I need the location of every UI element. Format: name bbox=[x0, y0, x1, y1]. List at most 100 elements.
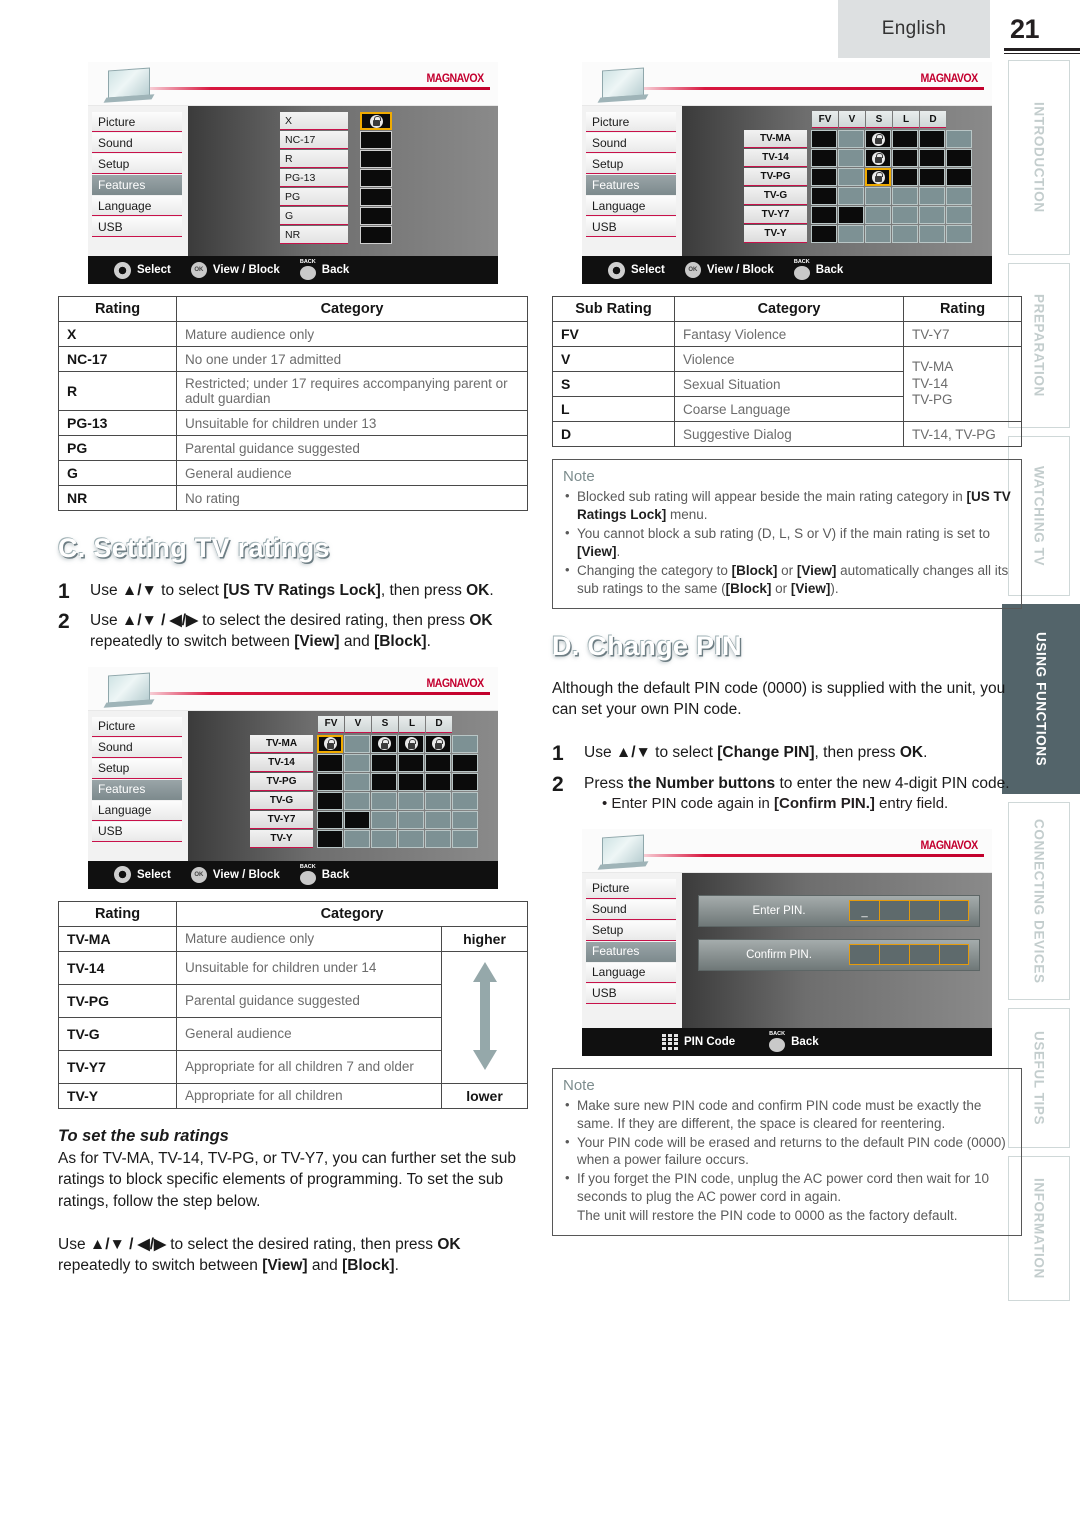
rating-toggle[interactable] bbox=[360, 150, 392, 168]
tv-menu-item-sound[interactable]: Sound bbox=[92, 133, 182, 153]
grid-cell[interactable] bbox=[371, 829, 397, 848]
grid-cell[interactable] bbox=[398, 829, 424, 848]
grid-cell[interactable] bbox=[398, 753, 424, 772]
grid-cell[interactable] bbox=[398, 734, 424, 753]
grid-cell[interactable] bbox=[892, 168, 918, 186]
tv-menu-item-sound[interactable]: Sound bbox=[586, 899, 676, 920]
grid-cell[interactable] bbox=[838, 187, 864, 205]
grid-cell[interactable] bbox=[919, 206, 945, 224]
tv-menu-item-sound[interactable]: Sound bbox=[586, 133, 676, 153]
footer-back[interactable]: BACK Back bbox=[299, 864, 349, 885]
grid-cell[interactable] bbox=[838, 168, 864, 186]
grid-cell[interactable] bbox=[946, 168, 972, 186]
pin-digit-field[interactable]: _ bbox=[849, 900, 879, 922]
grid-cell-main[interactable] bbox=[317, 810, 343, 829]
grid-cell[interactable] bbox=[344, 753, 370, 772]
rating-toggle[interactable] bbox=[360, 112, 392, 130]
grid-cell[interactable] bbox=[452, 734, 478, 753]
grid-cell[interactable] bbox=[425, 772, 451, 791]
grid-cell[interactable] bbox=[946, 149, 972, 167]
grid-cell-main[interactable] bbox=[811, 206, 837, 224]
grid-cell[interactable] bbox=[838, 225, 864, 243]
rating-toggle[interactable] bbox=[360, 207, 392, 225]
pin-digit-field[interactable] bbox=[879, 944, 909, 966]
grid-cell[interactable] bbox=[919, 225, 945, 243]
footer-pin-code[interactable]: PIN Code bbox=[662, 1033, 735, 1050]
grid-cell[interactable] bbox=[892, 149, 918, 167]
grid-cell-main[interactable] bbox=[317, 734, 343, 753]
grid-cell[interactable] bbox=[344, 772, 370, 791]
grid-cell[interactable] bbox=[371, 753, 397, 772]
tv-menu-item-language[interactable]: Language bbox=[586, 196, 676, 216]
tv-menu-item-language[interactable]: Language bbox=[92, 196, 182, 216]
grid-cell[interactable] bbox=[371, 734, 397, 753]
grid-cell[interactable] bbox=[452, 810, 478, 829]
grid-cell[interactable] bbox=[865, 206, 891, 224]
enter-pin-row[interactable]: Enter PIN. _ bbox=[698, 894, 980, 927]
grid-cell[interactable] bbox=[865, 225, 891, 243]
tv-menu-item-usb[interactable]: USB bbox=[586, 983, 676, 1004]
grid-cell[interactable] bbox=[425, 829, 451, 848]
tv-menu-item-picture[interactable]: Picture bbox=[586, 878, 676, 899]
footer-select[interactable]: Select bbox=[608, 261, 665, 279]
pin-digit-field[interactable] bbox=[939, 944, 969, 966]
tv-menu-item-picture[interactable]: Picture bbox=[92, 716, 182, 737]
footer-back[interactable]: BACK Back bbox=[793, 259, 843, 280]
grid-cell[interactable] bbox=[425, 791, 451, 810]
grid-cell[interactable] bbox=[838, 130, 864, 148]
tv-menu-item-features[interactable]: Features bbox=[586, 941, 676, 962]
grid-cell[interactable] bbox=[919, 168, 945, 186]
grid-cell[interactable] bbox=[946, 225, 972, 243]
grid-cell[interactable] bbox=[919, 187, 945, 205]
grid-cell[interactable] bbox=[452, 829, 478, 848]
grid-cell-main[interactable] bbox=[317, 753, 343, 772]
grid-cell-main[interactable] bbox=[317, 791, 343, 810]
footer-select[interactable]: Select bbox=[114, 866, 171, 884]
grid-cell[interactable] bbox=[946, 187, 972, 205]
grid-cell[interactable] bbox=[838, 206, 864, 224]
grid-cell[interactable] bbox=[371, 791, 397, 810]
rating-toggle[interactable] bbox=[360, 188, 392, 206]
grid-cell[interactable] bbox=[865, 187, 891, 205]
grid-cell[interactable] bbox=[946, 130, 972, 148]
grid-cell[interactable] bbox=[425, 810, 451, 829]
grid-cell[interactable] bbox=[865, 130, 891, 148]
grid-cell[interactable] bbox=[425, 753, 451, 772]
tv-menu-item-features[interactable]: Features bbox=[92, 779, 182, 800]
grid-cell-main[interactable] bbox=[811, 168, 837, 186]
tv-menu-item-usb[interactable]: USB bbox=[92, 217, 182, 237]
footer-view-block[interactable]: OK View / Block bbox=[190, 866, 280, 883]
tv-menu-item-usb[interactable]: USB bbox=[92, 821, 182, 842]
grid-cell[interactable] bbox=[344, 829, 370, 848]
grid-cell-main[interactable] bbox=[317, 829, 343, 848]
grid-cell-selected[interactable] bbox=[865, 168, 891, 186]
grid-cell[interactable] bbox=[892, 225, 918, 243]
grid-cell[interactable] bbox=[452, 791, 478, 810]
grid-cell[interactable] bbox=[919, 149, 945, 167]
grid-cell[interactable] bbox=[892, 206, 918, 224]
pin-digit-field[interactable] bbox=[849, 944, 879, 966]
grid-cell[interactable] bbox=[344, 810, 370, 829]
rating-toggle[interactable] bbox=[360, 226, 392, 244]
footer-select[interactable]: Select bbox=[114, 261, 171, 279]
footer-view-block[interactable]: OK View / Block bbox=[190, 262, 280, 278]
grid-cell-main[interactable] bbox=[811, 187, 837, 205]
tv-menu-item-usb[interactable]: USB bbox=[586, 217, 676, 237]
rating-toggle[interactable] bbox=[360, 169, 392, 187]
tv-menu-item-setup[interactable]: Setup bbox=[92, 154, 182, 174]
tv-menu-item-features[interactable]: Features bbox=[586, 175, 676, 195]
grid-cell[interactable] bbox=[919, 130, 945, 148]
grid-cell[interactable] bbox=[371, 810, 397, 829]
tv-menu-item-setup[interactable]: Setup bbox=[92, 758, 182, 779]
grid-cell[interactable] bbox=[398, 791, 424, 810]
grid-cell[interactable] bbox=[865, 149, 891, 167]
tv-menu-item-picture[interactable]: Picture bbox=[92, 112, 182, 132]
footer-view-block[interactable]: OK View / Block bbox=[684, 262, 774, 278]
grid-cell[interactable] bbox=[425, 734, 451, 753]
grid-cell[interactable] bbox=[946, 206, 972, 224]
grid-cell[interactable] bbox=[398, 772, 424, 791]
footer-back[interactable]: BACK Back bbox=[769, 1031, 819, 1052]
grid-cell[interactable] bbox=[892, 130, 918, 148]
pin-digit-field[interactable] bbox=[909, 944, 939, 966]
grid-cell-main[interactable] bbox=[811, 225, 837, 243]
